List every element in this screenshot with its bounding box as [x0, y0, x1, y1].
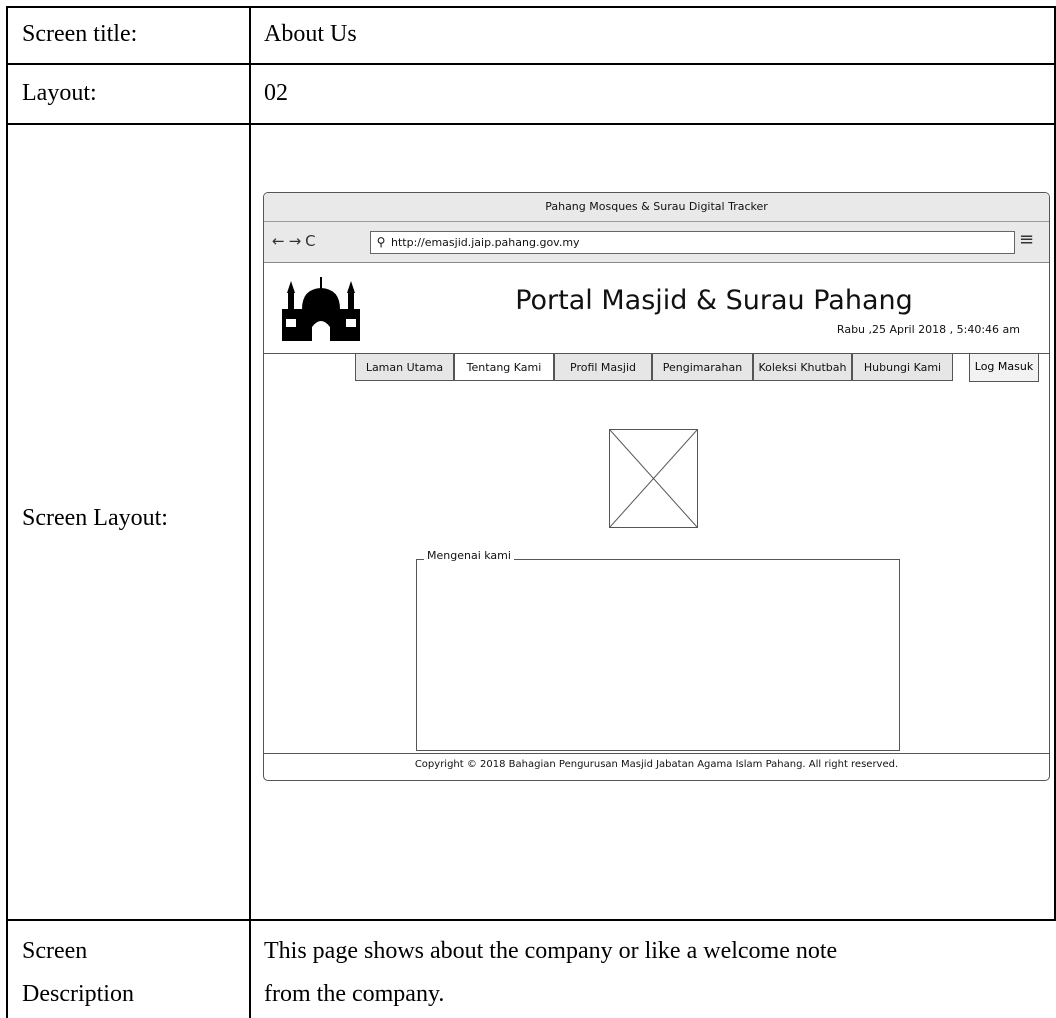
image-placeholder-icon: [609, 429, 698, 528]
wireframe-browser-window: Pahang Mosques & Surau Digital Tracker ←…: [263, 192, 1050, 781]
about-us-legend: Mengenai kami: [424, 549, 514, 562]
arrow-right-icon[interactable]: →: [289, 232, 306, 250]
browser-title-bar: Pahang Mosques & Surau Digital Tracker: [264, 193, 1049, 222]
reload-icon[interactable]: C: [305, 232, 319, 250]
tab-hubungi-kami[interactable]: Hubungi Kami: [852, 354, 953, 381]
copyright-footer: Copyright © 2018 Bahagian Pengurusan Mas…: [414, 759, 899, 770]
screen-description-label-line2: Description: [22, 981, 134, 1007]
tab-koleksi-khutbah[interactable]: Koleksi Khutbah: [753, 354, 852, 381]
url-text: http://emasjid.jaip.pahang.gov.my: [391, 236, 580, 249]
screen-title-value: About Us: [264, 21, 357, 47]
tab-profil-masjid[interactable]: Profil Masjid: [554, 354, 652, 381]
portal-title: Portal Masjid & Surau Pahang: [515, 285, 913, 316]
login-button[interactable]: Log Masuk: [969, 354, 1039, 382]
tab-tentang-kami[interactable]: Tentang Kami: [454, 354, 554, 381]
table-row-divider: [6, 919, 1056, 921]
portal-header: Portal Masjid & Surau Pahang Rabu ,25 Ap…: [264, 263, 1049, 353]
tab-laman-utama[interactable]: Laman Utama: [355, 354, 454, 381]
tab-pengimarahan[interactable]: Pengimarahan: [652, 354, 753, 381]
screen-description-value-line1: This page shows about the company or lik…: [264, 938, 838, 964]
arrow-left-icon[interactable]: ←: [272, 232, 289, 250]
browser-address-bar: ←→C ⚲ http://emasjid.jaip.pahang.gov.my ≡: [264, 222, 1049, 263]
table-border-left: [6, 6, 8, 1018]
layout-value: 02: [264, 80, 288, 106]
screen-description-label-line1: Screen: [22, 938, 88, 964]
mosque-logo-icon: [282, 277, 360, 341]
about-us-fieldset: [416, 559, 900, 751]
layout-label: Layout:: [22, 80, 97, 106]
screen-layout-label: Screen Layout:: [22, 505, 168, 531]
hamburger-menu-icon[interactable]: ≡: [1019, 229, 1034, 250]
screen-title-label: Screen title:: [22, 21, 138, 47]
table-row-divider: [6, 123, 1056, 125]
screen-description-value-line2: from the company.: [264, 981, 445, 1007]
table-column-divider: [249, 6, 251, 1018]
browser-nav-controls: ←→C: [272, 232, 320, 250]
table-border-top: [6, 6, 1056, 8]
url-input[interactable]: ⚲ http://emasjid.jaip.pahang.gov.my: [370, 231, 1015, 254]
table-row-divider: [6, 63, 1056, 65]
search-icon: ⚲: [376, 235, 386, 249]
current-datetime: Rabu ,25 April 2018 , 5:40:46 am: [836, 323, 1020, 336]
footer-divider: [264, 753, 1049, 754]
